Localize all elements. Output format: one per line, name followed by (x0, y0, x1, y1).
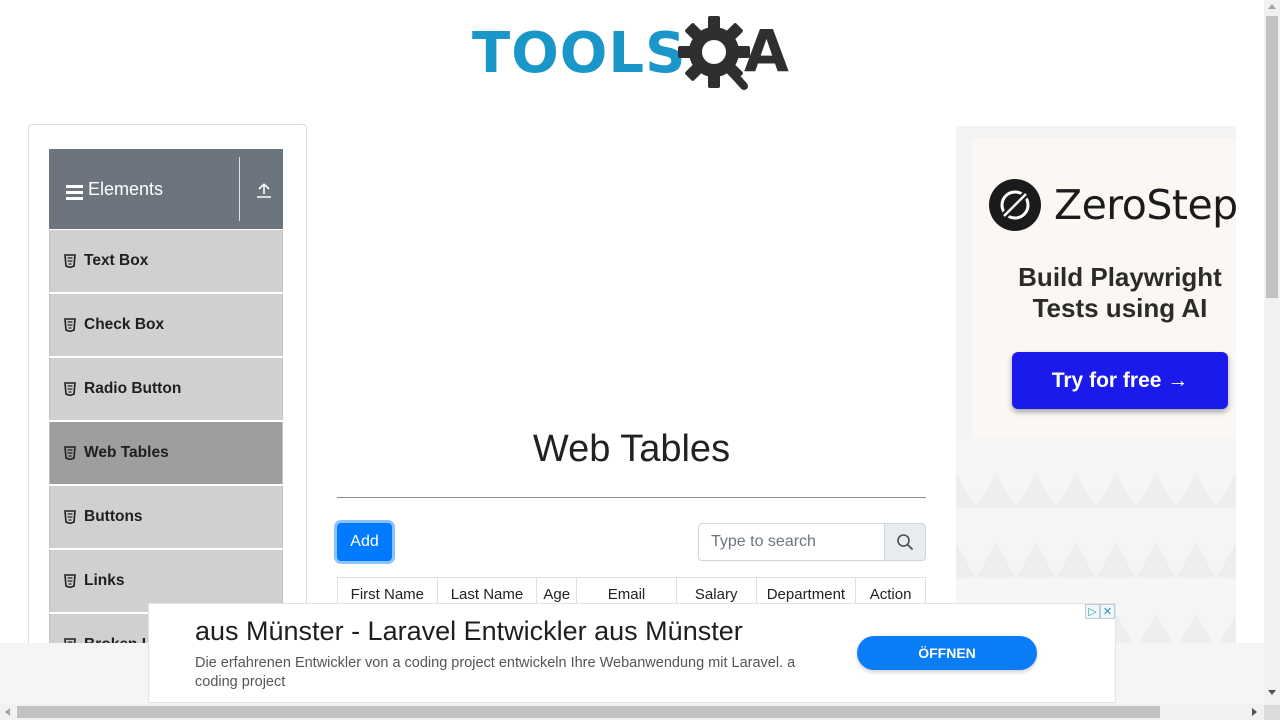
header-divider (239, 157, 240, 221)
collapse-up-icon[interactable] (255, 181, 273, 199)
page-title: Web Tables (532, 428, 731, 470)
hamburger-icon (66, 184, 83, 200)
title-divider (337, 497, 926, 498)
ad-choices[interactable]: ▷ ✕ (1085, 604, 1115, 619)
try-for-free-button[interactable]: Try for free → (1012, 352, 1228, 409)
sidebar-item-radio-button[interactable]: Radio Button (49, 358, 283, 420)
zerostep-logo-icon (989, 179, 1041, 231)
html-file-icon (64, 574, 76, 588)
adchoices-icon[interactable]: ▷ (1085, 604, 1100, 619)
sidebar-item-web-tables[interactable]: Web Tables (49, 422, 283, 484)
vertical-scroll-thumb[interactable] (1266, 16, 1278, 298)
elements-group-header[interactable]: Elements (49, 149, 283, 229)
scroll-left-icon[interactable] (5, 708, 10, 716)
sidebar-item-label: Buttons (84, 508, 143, 525)
element-menu-list: Text Box Check Box Radio Button Web Tabl… (49, 230, 283, 663)
scroll-right-icon[interactable] (1252, 708, 1257, 716)
search-icon (897, 534, 913, 550)
logo-letter-a: A (744, 17, 789, 85)
ad-headline[interactable]: aus Münster - Laravel Entwickler aus Mün… (195, 616, 743, 647)
toolsqa-logo[interactable]: TOOLS A (472, 16, 796, 92)
sidebar-item-check-box[interactable]: Check Box (49, 294, 283, 356)
horizontal-scrollbar[interactable] (0, 704, 1264, 720)
group-title: Elements (88, 178, 164, 199)
sidebar-item-buttons[interactable]: Buttons (49, 486, 283, 548)
sidebar: Elements Text Box Check Box Radio Button… (28, 124, 307, 664)
sidebar-item-label: Web Tables (84, 444, 169, 461)
add-button[interactable]: Add (337, 523, 392, 561)
html-file-icon (64, 382, 76, 396)
ad-card: ZeroStep Build Playwright Tests using AI… (972, 138, 1236, 438)
html-file-icon (64, 254, 76, 268)
bottom-advertisement[interactable]: aus Münster - Laravel Entwickler aus Mün… (148, 603, 1116, 703)
html-file-icon (64, 446, 76, 460)
open-button[interactable]: ÖFFNEN (857, 636, 1037, 670)
close-icon[interactable]: ✕ (1100, 604, 1115, 619)
search-input[interactable] (698, 523, 885, 561)
horizontal-scroll-thumb[interactable] (17, 706, 1160, 718)
ad-brand-name: ZeroStep (1054, 181, 1236, 229)
side-advertisement[interactable]: ZeroStep Build Playwright Tests using AI… (956, 126, 1236, 646)
html-file-icon (64, 510, 76, 524)
scroll-up-icon[interactable] (1268, 4, 1276, 9)
search-box (698, 523, 926, 561)
ad-tagline: Build Playwright Tests using AI (1018, 262, 1222, 323)
search-button[interactable] (885, 523, 926, 561)
zerostep-logo: ZeroStep (988, 178, 1236, 232)
scrollbar-corner (1264, 705, 1280, 720)
ad-description: Die erfahrenen Entwickler von a coding p… (195, 655, 796, 690)
vertical-scrollbar[interactable] (1264, 0, 1280, 705)
sidebar-item-text-box[interactable]: Text Box (49, 230, 283, 292)
sidebar-item-label: Check Box (84, 316, 165, 333)
sidebar-item-label: Text Box (84, 252, 149, 269)
logo-text: TOOLS (472, 21, 687, 86)
sidebar-item-label: Links (84, 572, 125, 589)
html-file-icon (64, 318, 76, 332)
sidebar-item-label: Radio Button (84, 380, 182, 397)
scroll-down-icon[interactable] (1268, 690, 1276, 695)
